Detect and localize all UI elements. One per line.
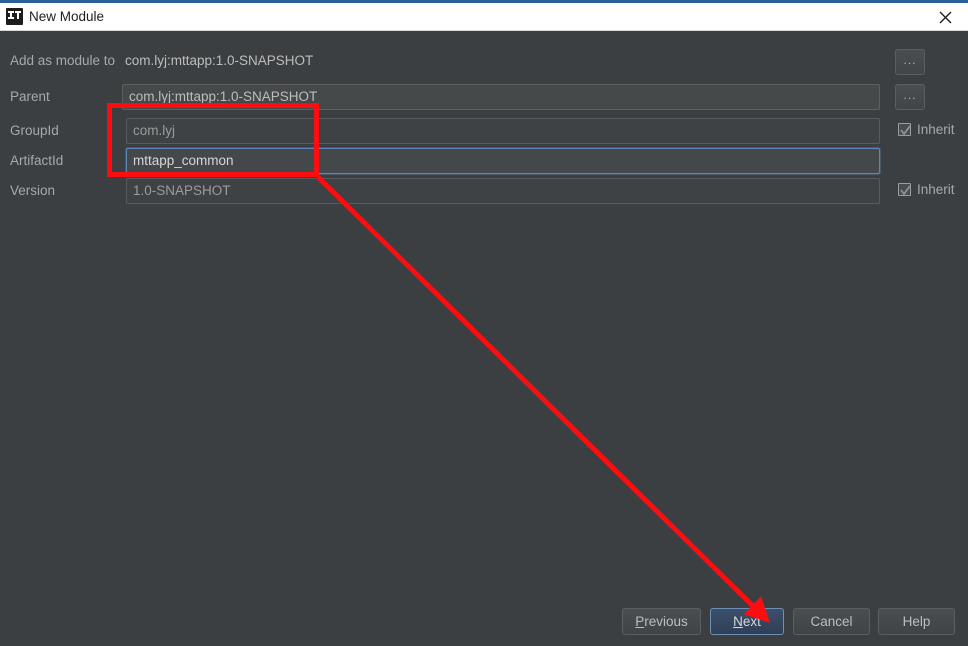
row-parent: Parent com.lyj:mttapp:1.0-SNAPSHOT ... xyxy=(0,84,968,110)
label-parent: Parent xyxy=(10,89,50,104)
ellipsis-icon: ... xyxy=(903,52,917,67)
previous-button[interactable]: Previous xyxy=(622,608,701,635)
version-inherit-checkbox[interactable]: Inherit xyxy=(898,182,955,197)
row-add-as-module-to: Add as module to com.lyj:mttapp:1.0-SNAP… xyxy=(0,49,968,75)
browse-button-parent[interactable]: ... xyxy=(895,84,925,110)
version-inherit-label: Inherit xyxy=(917,182,955,197)
next-button-mnemonic: N xyxy=(733,614,743,629)
label-artifactid: ArtifactId xyxy=(10,153,64,168)
groupid-input[interactable]: com.lyj xyxy=(126,118,880,144)
artifactid-input[interactable]: mttapp_common xyxy=(126,148,880,174)
dialog-footer: Previous Next Cancel Help xyxy=(0,596,968,646)
parent-combobox[interactable]: com.lyj:mttapp:1.0-SNAPSHOT xyxy=(122,84,880,110)
previous-button-mnemonic: P xyxy=(635,614,645,629)
ellipsis-icon: ... xyxy=(903,87,917,102)
checkmark-icon xyxy=(898,123,911,136)
next-button-label: ext xyxy=(742,614,761,629)
close-icon[interactable] xyxy=(922,3,968,31)
cancel-button[interactable]: Cancel xyxy=(793,608,870,635)
value-add-as-module-to: com.lyj:mttapp:1.0-SNAPSHOT xyxy=(125,53,314,68)
row-artifactid: ArtifactId mttapp_common xyxy=(0,148,968,174)
label-version: Version xyxy=(10,183,56,198)
next-button[interactable]: Next xyxy=(710,608,784,635)
help-button[interactable]: Help xyxy=(878,608,955,635)
version-input[interactable]: 1.0-SNAPSHOT xyxy=(126,178,880,204)
artifactid-input-value: mttapp_common xyxy=(133,153,234,168)
intellij-idea-logo-icon xyxy=(6,8,23,25)
module-coordinates-form: Add as module to com.lyj:mttapp:1.0-SNAP… xyxy=(0,31,968,596)
cancel-button-label: Cancel xyxy=(810,614,853,629)
row-version: Version 1.0-SNAPSHOT Inherit xyxy=(0,178,968,204)
groupid-inherit-checkbox[interactable]: Inherit xyxy=(898,122,955,137)
help-button-label: Help xyxy=(902,614,931,629)
groupid-inherit-label: Inherit xyxy=(917,122,955,137)
dialog-titlebar: New Module xyxy=(0,3,968,31)
checkmark-icon xyxy=(898,183,911,196)
version-input-value: 1.0-SNAPSHOT xyxy=(133,183,231,198)
new-module-dialog: New Module Add as module to com.lyj:mtta… xyxy=(0,0,968,646)
browse-button-add-as-module-to[interactable]: ... xyxy=(895,49,925,75)
previous-button-label: revious xyxy=(644,614,688,629)
groupid-input-value: com.lyj xyxy=(133,123,176,138)
dialog-title: New Module xyxy=(29,9,105,24)
parent-combobox-value: com.lyj:mttapp:1.0-SNAPSHOT xyxy=(129,89,318,104)
label-groupid: GroupId xyxy=(10,123,59,138)
row-groupid: GroupId com.lyj Inherit xyxy=(0,118,968,144)
label-add-as-module-to: Add as module to xyxy=(10,53,116,68)
